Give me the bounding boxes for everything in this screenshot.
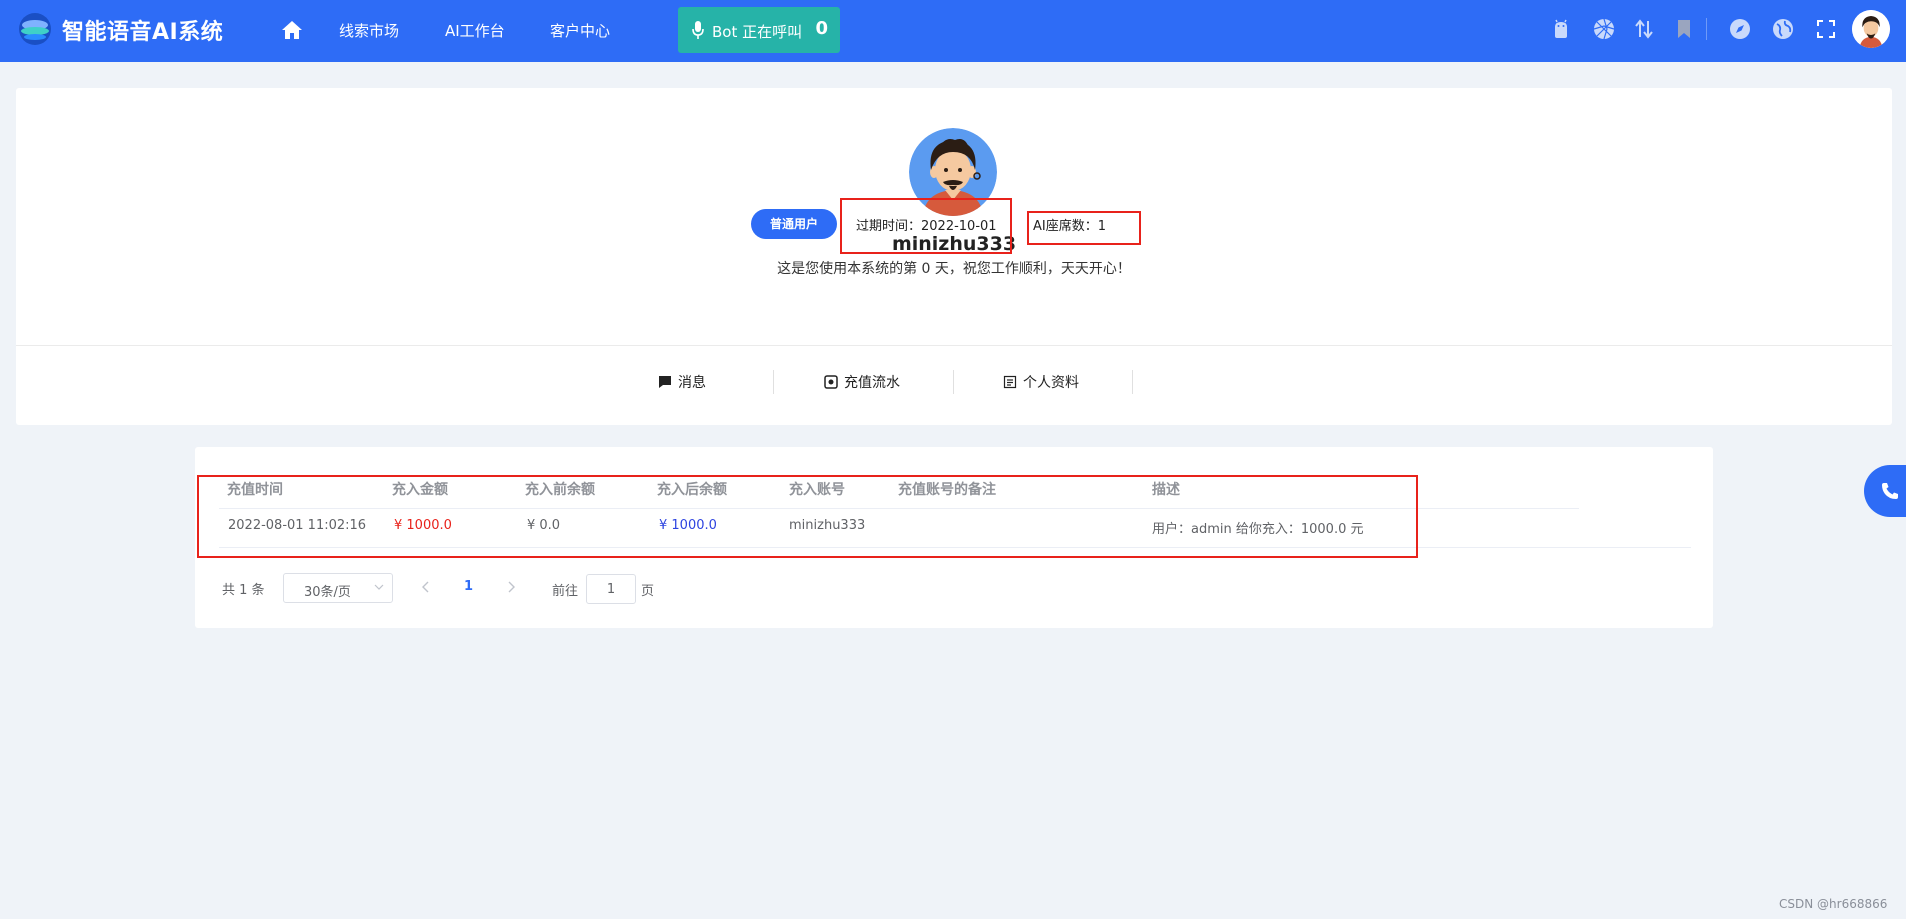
tab-messages-label: 消息	[678, 375, 706, 391]
logo-icon	[19, 13, 51, 45]
nav-lead-market[interactable]: 线索市场	[339, 20, 399, 41]
bot-calling-button[interactable]: Bot 正在呼叫 0	[678, 7, 840, 53]
user-avatar[interactable]	[1852, 10, 1890, 48]
tab-messages[interactable]: 消息	[658, 372, 706, 392]
page-size-select[interactable]: 30条/页	[283, 573, 393, 603]
role-badge: 普通用户	[751, 209, 837, 239]
profile-card-icon	[1003, 375, 1017, 389]
fullscreen-icon[interactable]	[1814, 17, 1838, 41]
home-icon[interactable]	[280, 18, 304, 42]
table-highlight-frame	[197, 475, 1418, 558]
chevron-down-icon	[374, 584, 384, 590]
top-navbar: 智能语音AI系统 线索市场 AI工作台 客户中心 Bot 正在呼叫 0	[0, 0, 1906, 62]
nav-customer-center[interactable]: 客户中心	[550, 20, 610, 41]
tab-personal-info[interactable]: 个人资料	[1003, 372, 1079, 392]
navbar-divider	[1706, 18, 1707, 40]
csdn-watermark: CSDN @hr668866	[1779, 897, 1888, 911]
tab-divider	[953, 370, 954, 394]
bookmark-icon[interactable]	[1672, 17, 1696, 41]
nav-ai-workbench[interactable]: AI工作台	[445, 20, 505, 41]
pager-total: 共 1 条	[222, 583, 265, 598]
goto-page-input[interactable]	[586, 574, 636, 604]
message-icon	[659, 376, 671, 388]
globe-icon[interactable]	[1771, 17, 1795, 41]
microphone-icon	[692, 21, 704, 39]
floating-call-button[interactable]	[1864, 465, 1906, 517]
ai-seat-count: AI座席数：1	[1033, 219, 1106, 234]
gear-icon	[824, 375, 838, 389]
avatar-face-icon	[1852, 10, 1890, 48]
tab-recharge-records[interactable]: 充值流水	[824, 372, 900, 392]
tab-personal-info-label: 个人资料	[1023, 375, 1079, 391]
page-unit-label: 页	[641, 584, 655, 599]
android-icon[interactable]	[1549, 17, 1573, 41]
profile-card: minizhu333 这是您使用本系统的第 0 天，祝您工作顺利，天天开心！ 消…	[16, 88, 1892, 425]
expire-time: 过期时间：2022-10-01	[856, 219, 997, 234]
phone-icon	[1882, 483, 1898, 499]
tab-recharge-records-label: 充值流水	[844, 375, 900, 391]
page-number-current[interactable]: 1	[464, 579, 473, 594]
profile-divider	[16, 345, 1892, 346]
transfer-arrows-icon[interactable]	[1632, 17, 1656, 41]
profile-greeting: 这是您使用本系统的第 0 天，祝您工作顺利，天天开心！	[777, 261, 1131, 277]
tab-divider	[773, 370, 774, 394]
aperture-icon[interactable]	[1592, 17, 1616, 41]
page-size-value: 30条/页	[304, 585, 351, 600]
next-page-icon[interactable]	[505, 580, 517, 594]
prev-page-icon[interactable]	[420, 580, 432, 594]
goto-label: 前往	[552, 584, 579, 599]
bot-calling-count: 0	[815, 18, 828, 39]
bot-calling-label: Bot 正在呼叫	[712, 23, 803, 41]
brand-title: 智能语音AI系统	[62, 20, 224, 45]
tab-divider	[1132, 370, 1133, 394]
compass-icon[interactable]	[1728, 17, 1752, 41]
